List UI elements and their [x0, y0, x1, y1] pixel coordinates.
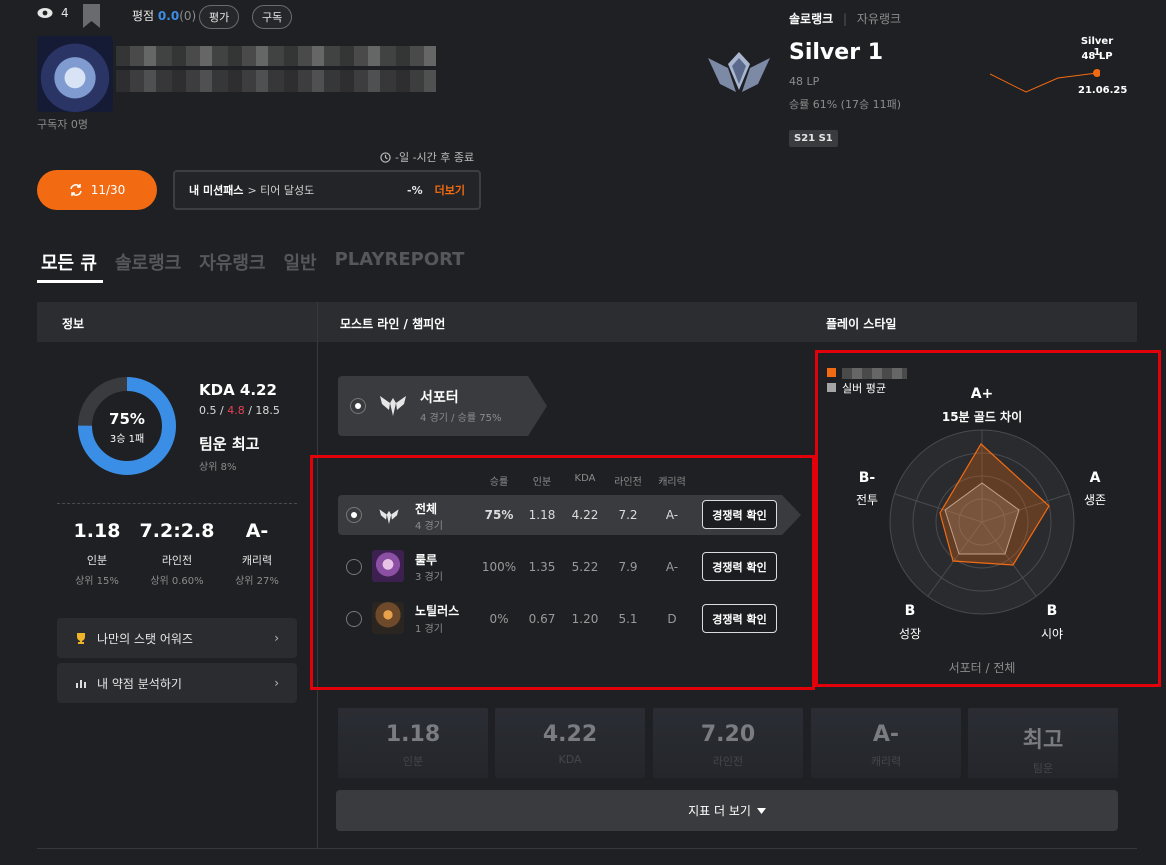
support-role-icon — [380, 396, 406, 416]
lp-graph-point[interactable] — [1093, 69, 1100, 77]
chart-icon — [76, 680, 86, 688]
mission-timer: -일 -시간 후 종료 — [380, 149, 474, 165]
donut-pct: 75% — [109, 410, 145, 428]
stat-tile: 최고 팀운 — [968, 708, 1118, 778]
stat-inbun: 1.18 인분 상위 15% — [73, 520, 121, 587]
info-stats: 1.18 인분 상위 15% 7.2:2.8 라인전 상위 0.60% A- 캐… — [57, 520, 297, 587]
rank-tabs: 솔로랭크 | 자유랭크 — [789, 12, 902, 26]
lane-name: 서포터 — [420, 390, 459, 406]
subscribe-button[interactable]: 구독 — [252, 5, 293, 29]
section-header-row — [37, 302, 1137, 342]
stat-carry: A- 캐리력 상위 27% — [235, 520, 279, 587]
graph-date: 21.06.25 — [1078, 85, 1128, 96]
mission-pass[interactable]: 내 미션패스 > 티어 달성도 -% 더보기 — [173, 170, 481, 210]
rank-winrate: 승률 61% (17승 11패) — [789, 98, 901, 111]
chevron-right-icon: › — [274, 631, 279, 645]
stat-awards-link[interactable]: 나만의 스탯 어워즈 › — [57, 618, 297, 658]
info-dashed-divider — [57, 503, 297, 504]
lane-sub: 4 경기 / 승률 75% — [420, 413, 502, 424]
clock-icon — [380, 151, 391, 163]
eye-icon — [37, 8, 53, 18]
silver-emblem-icon — [708, 52, 770, 92]
highlight-box-playstyle — [815, 350, 1161, 687]
subscriber-count: 구독자 0명 — [37, 118, 88, 131]
refresh-button[interactable]: 11/30 — [37, 170, 157, 210]
stat-tile: 1.18 인분 — [338, 708, 488, 778]
rank-tier: Silver 1 — [789, 40, 884, 65]
donut-record: 3승 1패 — [109, 434, 145, 445]
tab-playreport[interactable]: PLAYREPORT — [335, 249, 465, 275]
tab-solo-rank[interactable]: 솔로랭크 — [789, 12, 833, 26]
rank-lp: 48 LP — [789, 75, 820, 88]
tab-active-indicator — [37, 280, 103, 283]
tab-flex-rank[interactable]: 자유랭크 — [857, 12, 901, 26]
mission-more-link[interactable]: 더보기 — [435, 182, 465, 198]
chevron-right-icon: › — [274, 676, 279, 690]
kda-detail: 0.5 / 4.8 / 18.5 — [199, 404, 280, 417]
lane-radio[interactable] — [350, 398, 366, 414]
header-style: 플레이 스타일 — [826, 317, 897, 331]
stat-tile: 4.22 KDA — [495, 708, 645, 778]
teamluck-rank: 상위 8% — [199, 462, 237, 473]
caret-down-icon — [756, 807, 766, 814]
weakness-analysis-link[interactable]: 내 약점 분석하기 › — [57, 663, 297, 703]
more-metrics-button[interactable]: 지표 더 보기 — [336, 790, 1118, 831]
season-badge: S21 S1 — [789, 130, 838, 147]
summoner-name-blurred — [116, 46, 436, 66]
tab-flex-queue[interactable]: 자유랭크 — [199, 249, 265, 275]
tab-solo-queue[interactable]: 솔로랭크 — [115, 249, 181, 275]
highlight-box-champions — [310, 455, 815, 690]
refresh-icon — [69, 184, 82, 196]
stat-lane: 7.2:2.8 라인전 상위 0.60% — [139, 520, 215, 587]
trophy-icon — [77, 633, 85, 644]
queue-tabs: 모든 큐 솔로랭크 자유랭크 일반 PLAYREPORT — [41, 249, 482, 275]
teamluck: 팀운 최고 — [199, 435, 260, 453]
stat-tile: 7.20 라인전 — [653, 708, 803, 778]
tab-normal-queue[interactable]: 일반 — [283, 249, 316, 275]
rating: 평점 0.0(0) — [132, 9, 197, 23]
tab-all-queue[interactable]: 모든 큐 — [41, 249, 97, 275]
graph-lp: 48 LP — [1081, 51, 1113, 62]
stat-tile: A- 캐리력 — [811, 708, 961, 778]
bottom-divider — [37, 848, 1137, 849]
view-count: 4 — [37, 6, 69, 20]
header-most: 모스트 라인 / 챔피언 — [340, 317, 446, 331]
avatar — [37, 36, 113, 112]
summoner-name-blurred-2 — [116, 70, 436, 92]
bookmark-icon[interactable] — [83, 4, 100, 28]
rate-button[interactable]: 평가 — [199, 5, 240, 29]
kda-title: KDA 4.22 — [199, 381, 277, 399]
header-info: 정보 — [62, 317, 85, 331]
